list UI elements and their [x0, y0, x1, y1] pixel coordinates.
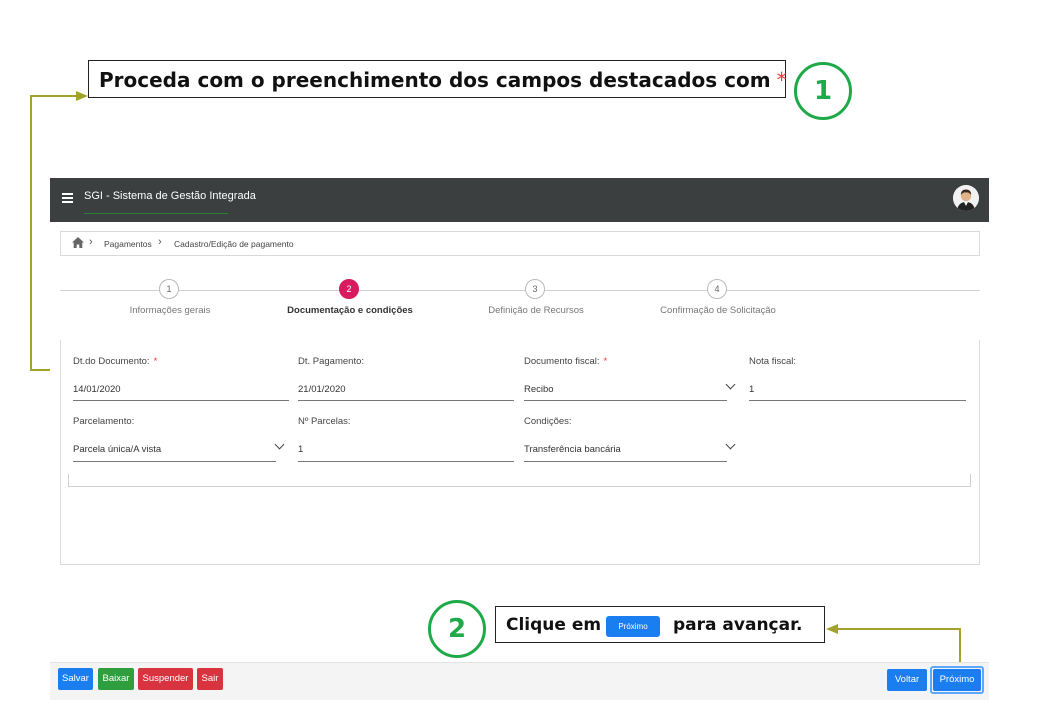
next-button[interactable]: Próximo [933, 669, 981, 691]
parcelamento-label: Parcelamento: [73, 416, 135, 427]
step-1-label: Informações gerais [129, 305, 211, 316]
dt-documento-input[interactable]: 14/01/2020 [73, 384, 121, 395]
parcelamento-underline [73, 461, 276, 462]
documento-fiscal-select[interactable]: Recibo [524, 384, 554, 395]
n-parcelas-underline [298, 461, 514, 462]
step-4-number[interactable]: 4 [707, 279, 727, 299]
exit-button[interactable]: Sair [197, 668, 223, 690]
user-avatar-icon [953, 185, 979, 211]
dt-pagamento-label: Dt. Pagamento: [298, 356, 365, 367]
condicoes-select[interactable]: Transferência bancária [524, 444, 621, 455]
save-button[interactable]: Salvar [58, 668, 93, 690]
app-title: SGI - Sistema de Gestão Integrada [84, 190, 256, 202]
dt-documento-label: Dt.do Documento: * [73, 356, 158, 367]
nota-fiscal-input[interactable]: 1 [749, 384, 754, 395]
step-marker-2: 2 [428, 600, 486, 658]
arrowhead-icon [76, 91, 88, 101]
arrow-connector [836, 628, 961, 630]
back-button[interactable]: Voltar [887, 669, 927, 691]
next-instruction-callout: Clique em Próximo para avançar. [495, 606, 825, 643]
breadcrumb-current: Cadastro/Edição de pagamento [174, 239, 294, 249]
stepper-track [60, 290, 980, 291]
dt-documento-underline [73, 400, 289, 401]
parcelamento-select[interactable]: Parcela única/A vista [73, 444, 161, 455]
instruction-text: Proceda com o preenchimento dos campos d… [99, 68, 771, 92]
hamburger-menu-icon[interactable] [62, 193, 73, 203]
home-icon[interactable] [72, 237, 84, 248]
chevron-right-icon: › [158, 236, 162, 248]
breadcrumb-link-pagamentos[interactable]: Pagamentos [104, 239, 152, 249]
form-panel [60, 340, 980, 565]
documento-fiscal-label: Documento fiscal: * [524, 356, 608, 367]
n-parcelas-label: Nº Parcelas: [298, 416, 351, 427]
title-underline [84, 213, 228, 214]
step-marker-1: 1 [794, 62, 852, 120]
step-3-label: Definição de Recursos [488, 305, 584, 316]
instruction-callout: Proceda com o preenchimento dos campos d… [88, 60, 787, 98]
condicoes-label: Condições: [524, 416, 572, 427]
step-2-label: Documentação e condições [287, 305, 413, 316]
user-avatar[interactable] [953, 185, 979, 211]
nota-fiscal-label: Nota fiscal: [749, 356, 796, 367]
condicoes-underline [524, 461, 727, 462]
download-button[interactable]: Baixar [98, 668, 134, 690]
n-parcelas-input[interactable]: 1 [298, 444, 303, 455]
suspend-button[interactable]: Suspender [138, 668, 193, 690]
nota-fiscal-underline [749, 400, 966, 401]
step-3-number[interactable]: 3 [525, 279, 545, 299]
documento-fiscal-underline [524, 400, 727, 401]
chevron-right-icon: › [89, 236, 93, 248]
dt-pagamento-input[interactable]: 21/01/2020 [298, 384, 346, 395]
callout-prefix: Clique em [506, 615, 602, 635]
required-asterisk: * [776, 68, 787, 92]
arrow-connector [30, 95, 80, 97]
step-1-number[interactable]: 1 [159, 279, 179, 299]
step-2-number[interactable]: 2 [339, 279, 359, 299]
arrow-connector [30, 369, 50, 371]
form-inner-box [68, 474, 971, 487]
arrow-connector [30, 95, 32, 371]
step-4-label: Confirmação de Solicitação [660, 305, 776, 316]
dt-pagamento-underline [298, 400, 514, 401]
callout-suffix: para avançar. [673, 615, 803, 635]
next-button-illustration: Próximo [606, 616, 660, 637]
